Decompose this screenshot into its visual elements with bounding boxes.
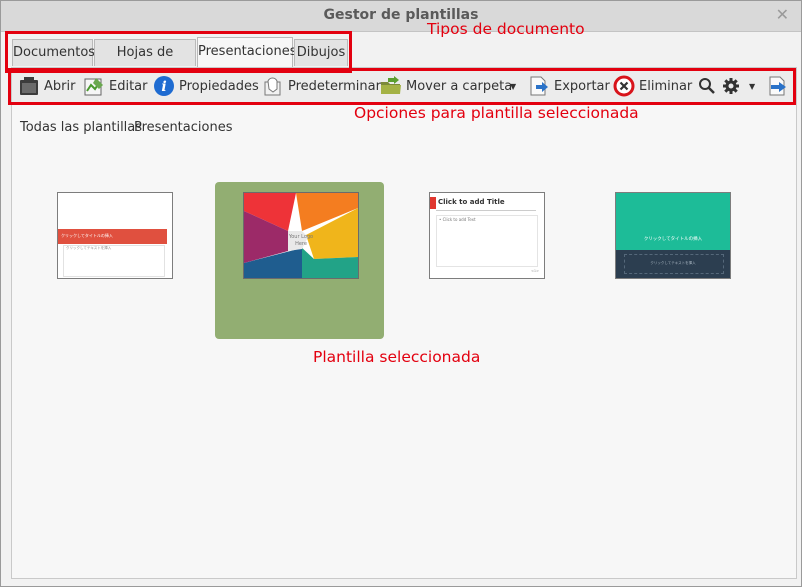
template-3-divider	[436, 210, 536, 211]
template-4-title: クリックしてタイトルの挿入	[643, 237, 703, 242]
content-panel: Abrir Editar i Propiedades Predeterminar…	[11, 67, 797, 579]
template-thumbnail-3[interactable]: Click to add Title • Click to add Text <…	[429, 192, 545, 279]
window-title: Gestor de plantillas	[323, 7, 479, 23]
template-thumbnail-4[interactable]: クリックしてタイトルの挿入 クリックしてテキストを挿入	[615, 192, 731, 279]
template-1-title: クリックしてタイトルの挿入	[61, 233, 113, 238]
template-1-subtitle: クリックしてテキストを挿入	[66, 246, 112, 250]
template-3-page-number: <1>	[531, 269, 540, 273]
template-4-subtitle: クリックしてテキストを挿入	[650, 261, 696, 265]
template-manager-window: Gestor de plantillas ✕ Documentos Hojas …	[0, 0, 802, 587]
close-icon[interactable]: ✕	[776, 5, 789, 24]
template-2-logo-text: Your Logo Here	[288, 234, 314, 247]
template-thumbnail-2[interactable]: Your Logo Here	[243, 192, 359, 279]
template-3-title: Click to add Title	[438, 198, 505, 206]
toolbar-highlight-box	[8, 68, 796, 105]
template-3-body-box	[436, 215, 538, 267]
options-annotation: Opciones para plantilla seleccionada	[354, 104, 639, 122]
breadcrumb-current-folder[interactable]: Presentaciones	[134, 120, 232, 135]
selected-template-annotation: Plantilla seleccionada	[313, 348, 481, 366]
breadcrumb-all-templates[interactable]: Todas las plantillas	[20, 120, 142, 135]
template-thumbnail-1[interactable]: クリックしてタイトルの挿入 クリックしてテキストを挿入	[57, 192, 173, 279]
title-bar: Gestor de plantillas ✕	[1, 1, 801, 32]
template-3-body-text: • Click to add Text	[439, 217, 476, 222]
template-3-accent-bar	[430, 197, 436, 209]
document-types-annotation: Tipos de documento	[427, 20, 585, 38]
document-types-highlight-box	[5, 31, 352, 73]
